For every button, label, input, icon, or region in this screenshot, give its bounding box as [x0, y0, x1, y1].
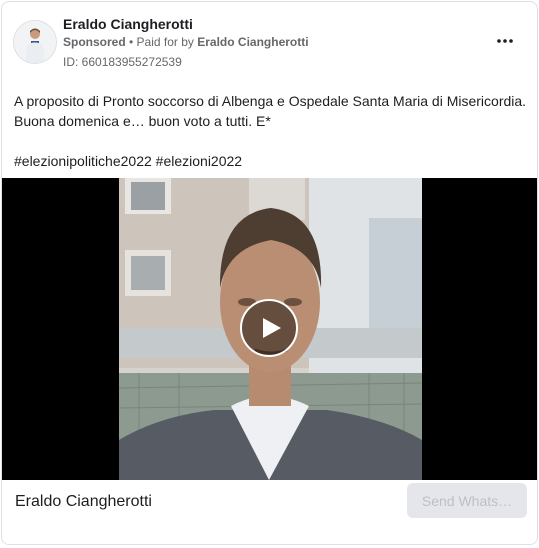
- sponsored-label: Sponsored: [63, 35, 126, 49]
- avatar[interactable]: [13, 20, 57, 64]
- play-button[interactable]: [240, 299, 298, 357]
- body-hashtags: #elezionipolitiche2022 #elezioni2022: [14, 153, 243, 169]
- send-whatsapp-button[interactable]: Send Whats…: [407, 483, 527, 518]
- body-paragraph: A proposito di Pronto soccorso di Albeng…: [14, 93, 527, 129]
- footer-page-name[interactable]: Eraldo Ciangherotti: [15, 493, 152, 511]
- paid-for-prefix: Paid for by: [136, 35, 198, 49]
- ad-footer: Eraldo Ciangherotti Send Whats…: [2, 480, 537, 544]
- ad-id: ID: 660183955272539: [63, 55, 182, 69]
- paid-for-by: Eraldo Ciangherotti: [197, 35, 309, 49]
- video-player[interactable]: [2, 178, 537, 480]
- separator: •: [125, 35, 137, 49]
- more-options-button[interactable]: [492, 30, 518, 52]
- ad-body-text: A proposito di Pronto soccorso di Albeng…: [14, 91, 529, 171]
- play-icon: [263, 318, 281, 338]
- ad-card: Eraldo Ciangherotti Sponsored • Paid for…: [1, 1, 538, 545]
- advertiser-name[interactable]: Eraldo Ciangherotti: [63, 16, 193, 32]
- more-horizontal-icon: [497, 39, 513, 43]
- avatar-image: [14, 21, 56, 63]
- sponsored-line: Sponsored • Paid for by Eraldo Cianghero…: [63, 35, 309, 49]
- ad-header: Eraldo Ciangherotti Sponsored • Paid for…: [2, 2, 537, 82]
